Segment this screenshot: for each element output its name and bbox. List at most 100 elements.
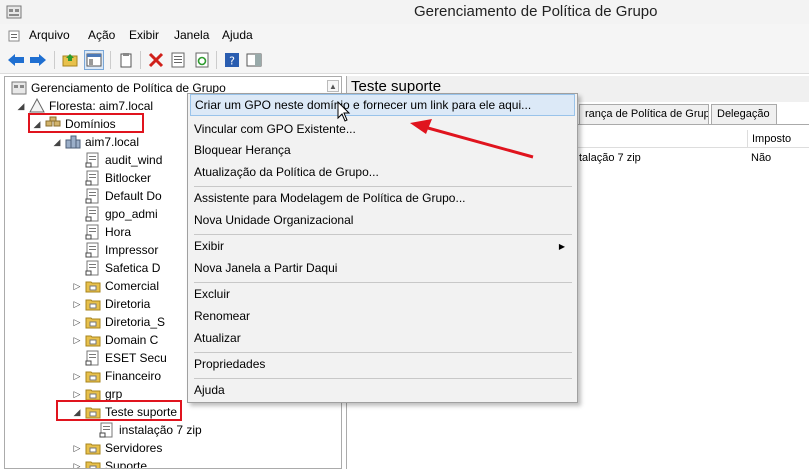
collapse-icon[interactable]: ◢ — [51, 136, 63, 148]
menu-rename[interactable]: Renomear — [190, 305, 575, 327]
show-tree-button[interactable] — [84, 50, 104, 70]
tree-ou[interactable]: ▷ Servidores — [71, 439, 163, 457]
tree-item-label: Default Do — [105, 189, 162, 203]
expand-icon[interactable]: ▷ — [71, 334, 83, 346]
tree-item-label: Servidores — [105, 441, 163, 455]
refresh-button[interactable] — [192, 50, 212, 70]
svg-text:?: ? — [229, 55, 235, 68]
refresh-icon — [195, 52, 209, 68]
tree-ou[interactable]: ▷ Domain C — [71, 331, 159, 349]
tree-item-label: Safetica D — [105, 261, 161, 275]
scroll-up-button[interactable]: ▲ — [327, 80, 339, 92]
gpo-link-icon — [85, 242, 99, 258]
menu-acao[interactable]: Ação — [88, 28, 115, 42]
forest-icon — [29, 98, 45, 113]
menu-item-label: Criar um GPO neste domínio e fornecer um… — [195, 98, 532, 112]
menu-ajuda[interactable]: Ajuda — [222, 28, 253, 42]
copy-button[interactable] — [116, 50, 136, 70]
menu-janela[interactable]: Janela — [174, 28, 209, 42]
menu-help[interactable]: Ajuda — [190, 379, 575, 401]
menu-link-existing-gpo[interactable]: Vincular com GPO Existente... — [190, 118, 575, 140]
tree-item-label: ESET Secu — [105, 351, 167, 365]
annotation-box-teste-suporte — [56, 400, 182, 421]
collapse-icon[interactable]: ◢ — [15, 100, 27, 112]
menu-item-label: Nova Unidade Organizacional — [194, 213, 354, 227]
tree-ou[interactable]: ▷ Diretoria — [71, 295, 151, 313]
tree-gpo-link[interactable]: gpo_admi — [85, 205, 158, 223]
tree-gpo-link[interactable]: ESET Secu — [85, 349, 167, 367]
title-bar: Gerenciamento de Política de Grupo — [0, 0, 809, 24]
menu-item-label: Nova Janela a Partir Daqui — [194, 261, 338, 275]
up-folder-icon — [62, 54, 78, 67]
tree-item-label: Impressor — [105, 243, 159, 257]
menu-block-inheritance[interactable]: Bloquear Herança — [190, 139, 575, 161]
domain-icon — [65, 135, 81, 149]
help-button[interactable]: ? — [222, 50, 242, 70]
menu-refresh[interactable]: Atualizar — [190, 327, 575, 349]
toolbar: ? — [0, 46, 809, 74]
expand-icon[interactable]: ▷ — [71, 370, 83, 382]
menu-modeling-wizard[interactable]: Assistente para Modelagem de Política de… — [190, 187, 575, 209]
ou-folder-icon — [85, 371, 101, 383]
gpo-link-icon — [85, 260, 99, 276]
tree-gpo-link[interactable]: Bitlocker — [85, 169, 151, 187]
tree-item-label: Financeiro — [105, 369, 162, 383]
back-arrow-icon — [8, 54, 24, 66]
tree-item-label: Hora — [105, 225, 132, 239]
tree-item-label: Domain C — [105, 333, 159, 347]
expand-icon[interactable]: ▷ — [71, 442, 83, 454]
annotation-box-dominios — [28, 113, 144, 133]
tree-gpo-link[interactable]: Hora — [85, 223, 131, 241]
properties-button[interactable] — [168, 50, 188, 70]
forward-button[interactable] — [28, 50, 48, 70]
ou-folder-icon — [85, 443, 101, 455]
tree-item-label: Diretoria — [105, 297, 151, 311]
menu-new-ou[interactable]: Nova Unidade Organizacional — [190, 209, 575, 231]
menu-create-gpo[interactable]: Criar um GPO neste domínio e fornecer um… — [190, 94, 575, 116]
menu-delete[interactable]: Excluir — [190, 283, 575, 305]
expand-icon[interactable]: ▷ — [71, 460, 83, 469]
action-pane-button[interactable] — [244, 50, 264, 70]
tree-item-label: Bitlocker — [105, 171, 152, 185]
expand-icon[interactable]: ▷ — [71, 298, 83, 310]
tree-ou[interactable]: ▷ Suporte — [71, 457, 147, 469]
menu-item-label: Renomear — [194, 309, 251, 323]
up-folder-button[interactable] — [60, 50, 80, 70]
tree-ou[interactable]: ▷ Financeiro — [71, 367, 162, 385]
column-header-blank[interactable] — [577, 130, 747, 148]
tree-item-label: gpo_admi — [105, 207, 158, 221]
ou-folder-icon — [85, 281, 101, 293]
expand-icon[interactable]: ▷ — [71, 280, 83, 292]
menu-item-label: Atualizar — [194, 331, 241, 345]
expand-icon[interactable]: ▷ — [71, 316, 83, 328]
back-button[interactable] — [6, 50, 26, 70]
menu-arquivo[interactable]: Arquivo — [29, 28, 70, 42]
tree-item-label: Diretoria_S — [105, 315, 166, 329]
gpo-name-cell[interactable]: talação 7 zip — [579, 152, 641, 164]
menu-view[interactable]: Exibir ▶ — [190, 235, 575, 257]
tree-gpo-link[interactable]: instalação 7 zip — [99, 421, 202, 439]
expand-icon[interactable]: ▷ — [71, 388, 83, 400]
tree-gpo-link[interactable]: Default Do — [85, 187, 162, 205]
menu-exibir[interactable]: Exibir — [129, 28, 159, 42]
menu-item-label: Propriedades — [194, 357, 266, 371]
clipboard-icon — [120, 53, 132, 68]
menu-new-window[interactable]: Nova Janela a Partir Daqui — [190, 257, 575, 279]
tree-ou[interactable]: ▷ Comercial — [71, 277, 159, 295]
tree-ou[interactable]: ▷ Diretoria_S — [71, 313, 166, 331]
ou-folder-icon — [85, 335, 101, 347]
gpo-link-icon — [85, 224, 99, 240]
menu-group-policy-update[interactable]: Atualização da Política de Grupo... — [190, 161, 575, 183]
menu-properties[interactable]: Propriedades — [190, 353, 575, 375]
tree-gpo-link[interactable]: Impressor — [85, 241, 158, 259]
tree-domain[interactable]: ◢ aim7.local — [51, 133, 140, 151]
tab-delegacao[interactable]: Delegação — [711, 104, 777, 124]
tree-gpo-link[interactable]: Safetica D — [85, 259, 160, 277]
tab-heranca[interactable]: rança de Política de Grupo — [579, 104, 709, 124]
tree-gpo-link[interactable]: audit_wind — [85, 151, 162, 169]
column-header-imposto[interactable]: Imposto — [747, 130, 809, 148]
context-menu: Criar um GPO neste domínio e fornecer um… — [187, 93, 578, 403]
gpmc-icon — [11, 81, 27, 95]
delete-button[interactable] — [146, 50, 166, 70]
ou-folder-icon — [85, 317, 101, 329]
